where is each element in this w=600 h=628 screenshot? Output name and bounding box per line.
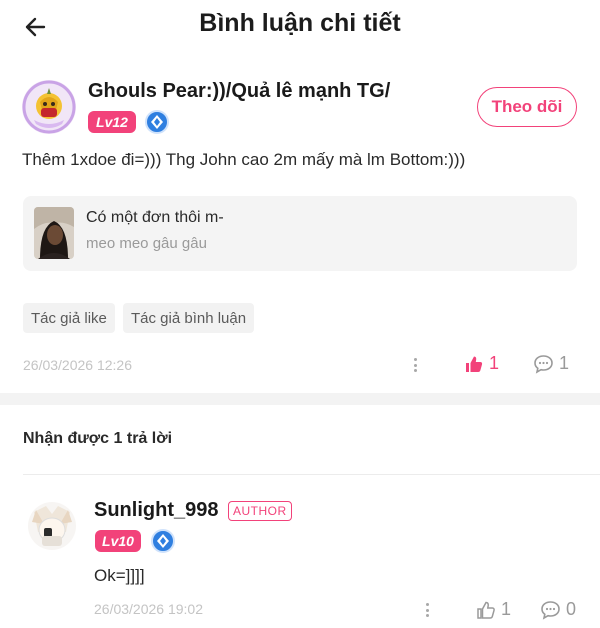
page-title: Bình luận chi tiết: [199, 9, 401, 37]
comment-bubble-icon: [541, 600, 560, 620]
reply-like-count: 1: [501, 599, 512, 619]
post-comment-count: 1: [559, 353, 570, 373]
tag-author-commented[interactable]: Tác giả bình luận: [123, 303, 255, 333]
comment-bubble-icon: [534, 354, 553, 374]
divider: [23, 474, 600, 475]
reply-comment-button[interactable]: 0: [540, 599, 576, 620]
quoted-item-subtitle: meo meo gâu gâu: [86, 235, 207, 252]
verified-badge: [145, 110, 169, 134]
post-content: Thêm 1xdoe đi=))) Thg John cao 2m mấy mà…: [22, 150, 466, 169]
level-badge: Lv10: [95, 530, 141, 552]
quoted-item-card[interactable]: Có một đơn thôi m- meo meo gâu gâu: [23, 196, 577, 271]
replies-heading: Nhận được 1 trả lời: [23, 430, 173, 447]
reply-like-button[interactable]: 1: [476, 599, 511, 620]
verified-icon: [151, 115, 163, 129]
thumbs-up-outline-icon: [477, 601, 495, 619]
follow-button[interactable]: Theo dõi: [477, 87, 577, 127]
reply-content: Ok=]]]]: [94, 566, 145, 585]
post-more-options-icon[interactable]: [409, 355, 421, 375]
thumbs-up-filled-icon: [466, 356, 483, 372]
post-author-name[interactable]: Ghouls Pear:))/Quả lê mạnh TG/: [88, 80, 390, 103]
verified-icon: [157, 534, 169, 548]
reply-comment-count: 0: [566, 599, 577, 619]
post-like-button[interactable]: 1: [464, 353, 499, 374]
level-badge: Lv12: [88, 111, 136, 133]
reply-timestamp: 26/03/2026 19:02: [94, 601, 203, 617]
quoted-item-title: Có một đơn thôi m-: [86, 209, 224, 226]
quoted-item-thumbnail: [34, 207, 74, 259]
reply-more-options-icon[interactable]: [421, 600, 433, 620]
post-comment-button[interactable]: 1: [533, 353, 569, 374]
avatar[interactable]: [22, 80, 76, 134]
tag-author-liked[interactable]: Tác giả like: [23, 303, 115, 333]
verified-badge: [151, 529, 175, 553]
post-timestamp: 26/03/2026 12:26: [23, 357, 132, 373]
section-divider: [0, 393, 600, 405]
post-like-count: 1: [489, 353, 500, 373]
reply-avatar[interactable]: [28, 502, 76, 550]
top-bar: Bình luận chi tiết: [0, 0, 600, 52]
author-badge: AUTHOR: [228, 501, 292, 521]
reply-author-name[interactable]: Sunlight_998: [94, 499, 218, 522]
